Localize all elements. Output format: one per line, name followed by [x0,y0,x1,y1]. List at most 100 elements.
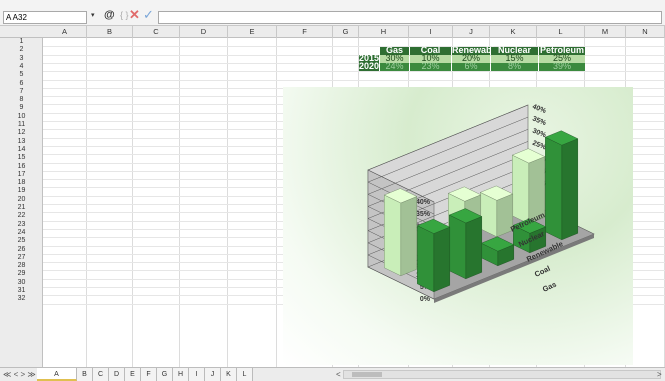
chart-y-tick-right: 35% [531,115,547,127]
row-header-24[interactable]: 24 [0,229,43,237]
scroll-thumb[interactable] [352,372,382,377]
sheet-tab-k[interactable]: K [221,368,237,381]
row-header-12[interactable]: 12 [0,129,43,137]
row-header-4[interactable]: 4 [0,63,43,71]
chevron-down-icon[interactable]: ▾ [91,11,95,19]
row-header-22[interactable]: 22 [0,212,43,220]
column-header-c[interactable]: C [133,26,180,38]
chart-bar-side [545,136,562,241]
column-header-m[interactable]: M [585,26,626,38]
column-header-i[interactable]: I [409,26,453,38]
column-header-e[interactable]: E [228,26,277,38]
grid-line-horizontal [43,71,665,73]
at-icon[interactable]: @ [104,9,115,21]
row-header-11[interactable]: 11 [0,121,43,129]
chart-bar-2020-petroleum [561,138,578,241]
column-header-f[interactable]: F [277,26,333,38]
row-header-10[interactable]: 10 [0,113,43,121]
sheet-tab-h[interactable]: H [173,368,189,381]
name-box[interactable]: A A32 [3,11,87,24]
chart-bar-side [512,154,530,225]
row-header-9[interactable]: 9 [0,104,43,112]
sheet-tab-j[interactable]: J [205,368,221,381]
row-header-6[interactable]: 6 [0,80,43,88]
table-year-cell[interactable]: 2020 [359,62,379,72]
row-header-19[interactable]: 19 [0,187,43,195]
column-header-a[interactable]: A [43,26,87,38]
confirm-icon[interactable]: ✓ [143,7,154,23]
chart-y-tick-left: 0% [420,296,431,303]
row-header-23[interactable]: 23 [0,221,43,229]
row-header-14[interactable]: 14 [0,146,43,154]
table-value-cell[interactable]: 8% [491,62,538,72]
row-header-26[interactable]: 26 [0,246,43,254]
table-value-cell[interactable]: 6% [452,62,490,72]
row-header-5[interactable]: 5 [0,71,43,79]
sheet-tab-g[interactable]: G [157,368,173,381]
formula-bar: A A32 ▾ @ { } ✕ ✓ [0,0,665,26]
row-header-16[interactable]: 16 [0,163,43,171]
column-header-k[interactable]: K [490,26,537,38]
column-header-h[interactable]: H [359,26,409,38]
table-value-cell[interactable]: 39% [539,62,585,72]
sheet-tab-d[interactable]: D [109,368,125,381]
table-value-cell[interactable]: 24% [380,62,409,72]
row-header-8[interactable]: 8 [0,96,43,104]
row-header-28[interactable]: 28 [0,262,43,270]
row-header-18[interactable]: 18 [0,179,43,187]
grid-line-horizontal [43,79,665,81]
chart-category-label-coal: Coal [533,264,552,279]
sheet-tab-e[interactable]: E [125,368,141,381]
table-value-cell[interactable]: 23% [410,62,451,72]
column-header-j[interactable]: J [453,26,490,38]
horizontal-scrollbar[interactable] [343,370,661,379]
sheet-tab-f[interactable]: F [141,368,157,381]
chart-svg: 0%0%5%5%10%10%15%15%20%20%25%25%30%30%35… [367,103,595,303]
row-header-2[interactable]: 2 [0,46,43,54]
row-header-29[interactable]: 29 [0,270,43,278]
column-header-b[interactable]: B [87,26,133,38]
row-header-25[interactable]: 25 [0,237,43,245]
chart-bar-2020-coal [465,216,483,280]
sheet-nav-buttons[interactable]: ≪ < > ≫ [3,370,36,379]
chart-y-tick-right: 40% [531,103,547,115]
scroll-left-button[interactable]: < [336,370,341,379]
cancel-icon[interactable]: ✕ [129,7,140,23]
scroll-right-button[interactable]: > [657,370,662,379]
column-header-d[interactable]: D [180,26,228,38]
row-header-31[interactable]: 31 [0,287,43,295]
row-header-27[interactable]: 27 [0,254,43,262]
formula-input[interactable] [158,11,662,24]
sheet-tab-l[interactable]: L [237,368,253,381]
chart-bar-side [449,214,467,280]
row-header-3[interactable]: 3 [0,55,43,63]
sheet-tab-c[interactable]: C [93,368,109,381]
column-header-n[interactable]: N [626,26,665,38]
chart-category-label-gas: Gas [541,280,558,294]
chart-bar-2015-gas [400,196,418,277]
column-header-g[interactable]: G [333,26,359,38]
row-header-21[interactable]: 21 [0,204,43,212]
column-header-bar: ABCDEFGHIJKLMNO [0,26,665,38]
row-header-20[interactable]: 20 [0,196,43,204]
row-header-32[interactable]: 32 [0,295,43,303]
row-header-bar: 1 2 3 4 5 6 7 8 9 10 11 12 13 14 15 16 17 18 19 20 21 22 23 24 2… [0,38,43,367]
chart-bar-side [417,225,435,293]
sheet-tab-i[interactable]: I [189,368,205,381]
chart-y-tick-left: 35% [416,211,431,218]
row-header-7[interactable]: 7 [0,88,43,96]
chart-bar-side [384,194,402,277]
column-header-l[interactable]: L [537,26,585,38]
row-header-1[interactable]: 1 [0,38,43,46]
sheet-tab-bar: ≪ < > ≫ ABCDEFGHIJKL < > [0,367,665,381]
sheet-tab-a[interactable]: A [37,368,77,381]
row-header-30[interactable]: 30 [0,279,43,287]
row-header-17[interactable]: 17 [0,171,43,179]
chart-area[interactable]: 0%0%5%5%10%10%15%15%20%20%25%25%30%30%35… [283,87,633,365]
row-header-15[interactable]: 15 [0,154,43,162]
brace-icon[interactable]: { } [120,10,129,20]
row-header-13[interactable]: 13 [0,138,43,146]
sheet-tab-b[interactable]: B [77,368,93,381]
chart-bar-2020-gas [433,226,451,293]
chart-y-tick-left: 40% [416,199,431,206]
